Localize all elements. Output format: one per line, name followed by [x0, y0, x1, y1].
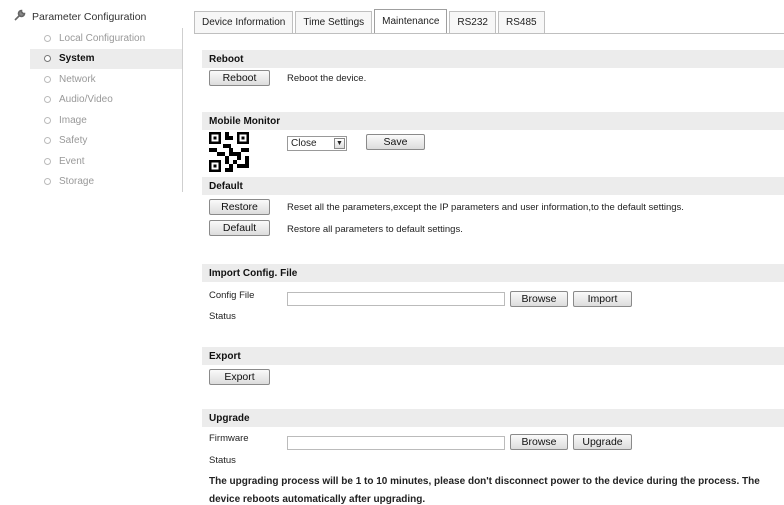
upgrade-browse-button[interactable]: Browse [510, 434, 568, 450]
upgrade-status-label: Status [209, 455, 236, 466]
bullet-icon [44, 75, 51, 83]
sidebar-menu: Local Configuration System Network Audio… [30, 28, 183, 192]
section-import-header: Import Config. File [202, 264, 784, 282]
bullet-icon [44, 157, 51, 165]
section-upgrade-header: Upgrade [202, 409, 784, 427]
import-button[interactable]: Import [573, 291, 632, 307]
bullet-icon [44, 34, 51, 42]
sidebar: Parameter Configuration Local Configurat… [0, 0, 183, 501]
sidebar-item-storage[interactable]: Storage [30, 172, 182, 193]
tab-bar: Device Information Time Settings Mainten… [194, 9, 547, 33]
default-button[interactable]: Default [209, 220, 270, 236]
sidebar-item-system[interactable]: System [30, 48, 182, 69]
firmware-input[interactable] [287, 436, 505, 450]
reboot-button[interactable]: Reboot [209, 70, 270, 86]
qr-code-icon [209, 132, 249, 172]
upgrade-button[interactable]: Upgrade [573, 434, 632, 450]
tab-rs485[interactable]: RS485 [497, 11, 545, 33]
sidebar-item-event[interactable]: Event [30, 151, 182, 172]
tab-time-settings[interactable]: Time Settings [295, 11, 373, 33]
mobile-monitor-select-value: Close [291, 138, 317, 149]
section-export-header: Export [202, 347, 784, 365]
sidebar-item-safety[interactable]: Safety [30, 131, 182, 152]
bullet-icon [44, 137, 51, 145]
default-description: Restore all parameters to default settin… [287, 224, 463, 235]
sidebar-item-image[interactable]: Image [30, 110, 182, 131]
import-browse-button[interactable]: Browse [510, 291, 568, 307]
reboot-description: Reboot the device. [287, 73, 367, 84]
sidebar-item-audio-video[interactable]: Audio/Video [30, 90, 182, 111]
export-button[interactable]: Export [209, 369, 270, 385]
sidebar-title-label: Parameter Configuration [32, 10, 147, 23]
bullet-icon [44, 116, 51, 124]
bullet-icon [44, 55, 51, 63]
sidebar-item-label: Audio/Video [59, 94, 113, 106]
chevron-down-icon[interactable]: ▼ [334, 138, 345, 149]
sidebar-item-local-configuration[interactable]: Local Configuration [30, 28, 182, 49]
sidebar-item-label: Safety [59, 135, 88, 147]
sidebar-item-label: Image [59, 114, 87, 126]
sidebar-item-label: Storage [59, 176, 95, 188]
bullet-icon [44, 178, 51, 186]
sidebar-item-label: Event [59, 155, 85, 167]
wrench-icon [14, 9, 26, 24]
upgrade-note: The upgrading process will be 1 to 10 mi… [209, 476, 760, 487]
section-mobile-monitor-header: Mobile Monitor [202, 112, 784, 130]
tab-rs232[interactable]: RS232 [449, 11, 496, 33]
tab-divider [194, 33, 784, 34]
sidebar-title[interactable]: Parameter Configuration [14, 9, 146, 24]
section-default-header: Default [202, 177, 784, 195]
sidebar-item-label: Network [59, 73, 96, 85]
sidebar-item-network[interactable]: Network [30, 69, 182, 90]
mobile-monitor-select[interactable]: Close ▼ [287, 136, 347, 151]
bullet-icon [44, 96, 51, 104]
upgrade-note-continued: device reboots automatically after upgra… [209, 494, 426, 505]
section-reboot-header: Reboot [202, 50, 784, 68]
firmware-label: Firmware [209, 433, 249, 444]
config-file-input[interactable] [287, 292, 505, 306]
restore-button[interactable]: Restore [209, 199, 270, 215]
tab-device-information[interactable]: Device Information [194, 11, 294, 33]
save-button[interactable]: Save [366, 134, 425, 150]
restore-description: Reset all the parameters,except the IP p… [287, 202, 684, 213]
sidebar-item-label: System [59, 53, 95, 65]
sidebar-item-label: Local Configuration [59, 32, 146, 44]
import-status-label: Status [209, 311, 236, 322]
tab-maintenance[interactable]: Maintenance [374, 9, 448, 33]
config-file-label: Config File [209, 290, 255, 301]
